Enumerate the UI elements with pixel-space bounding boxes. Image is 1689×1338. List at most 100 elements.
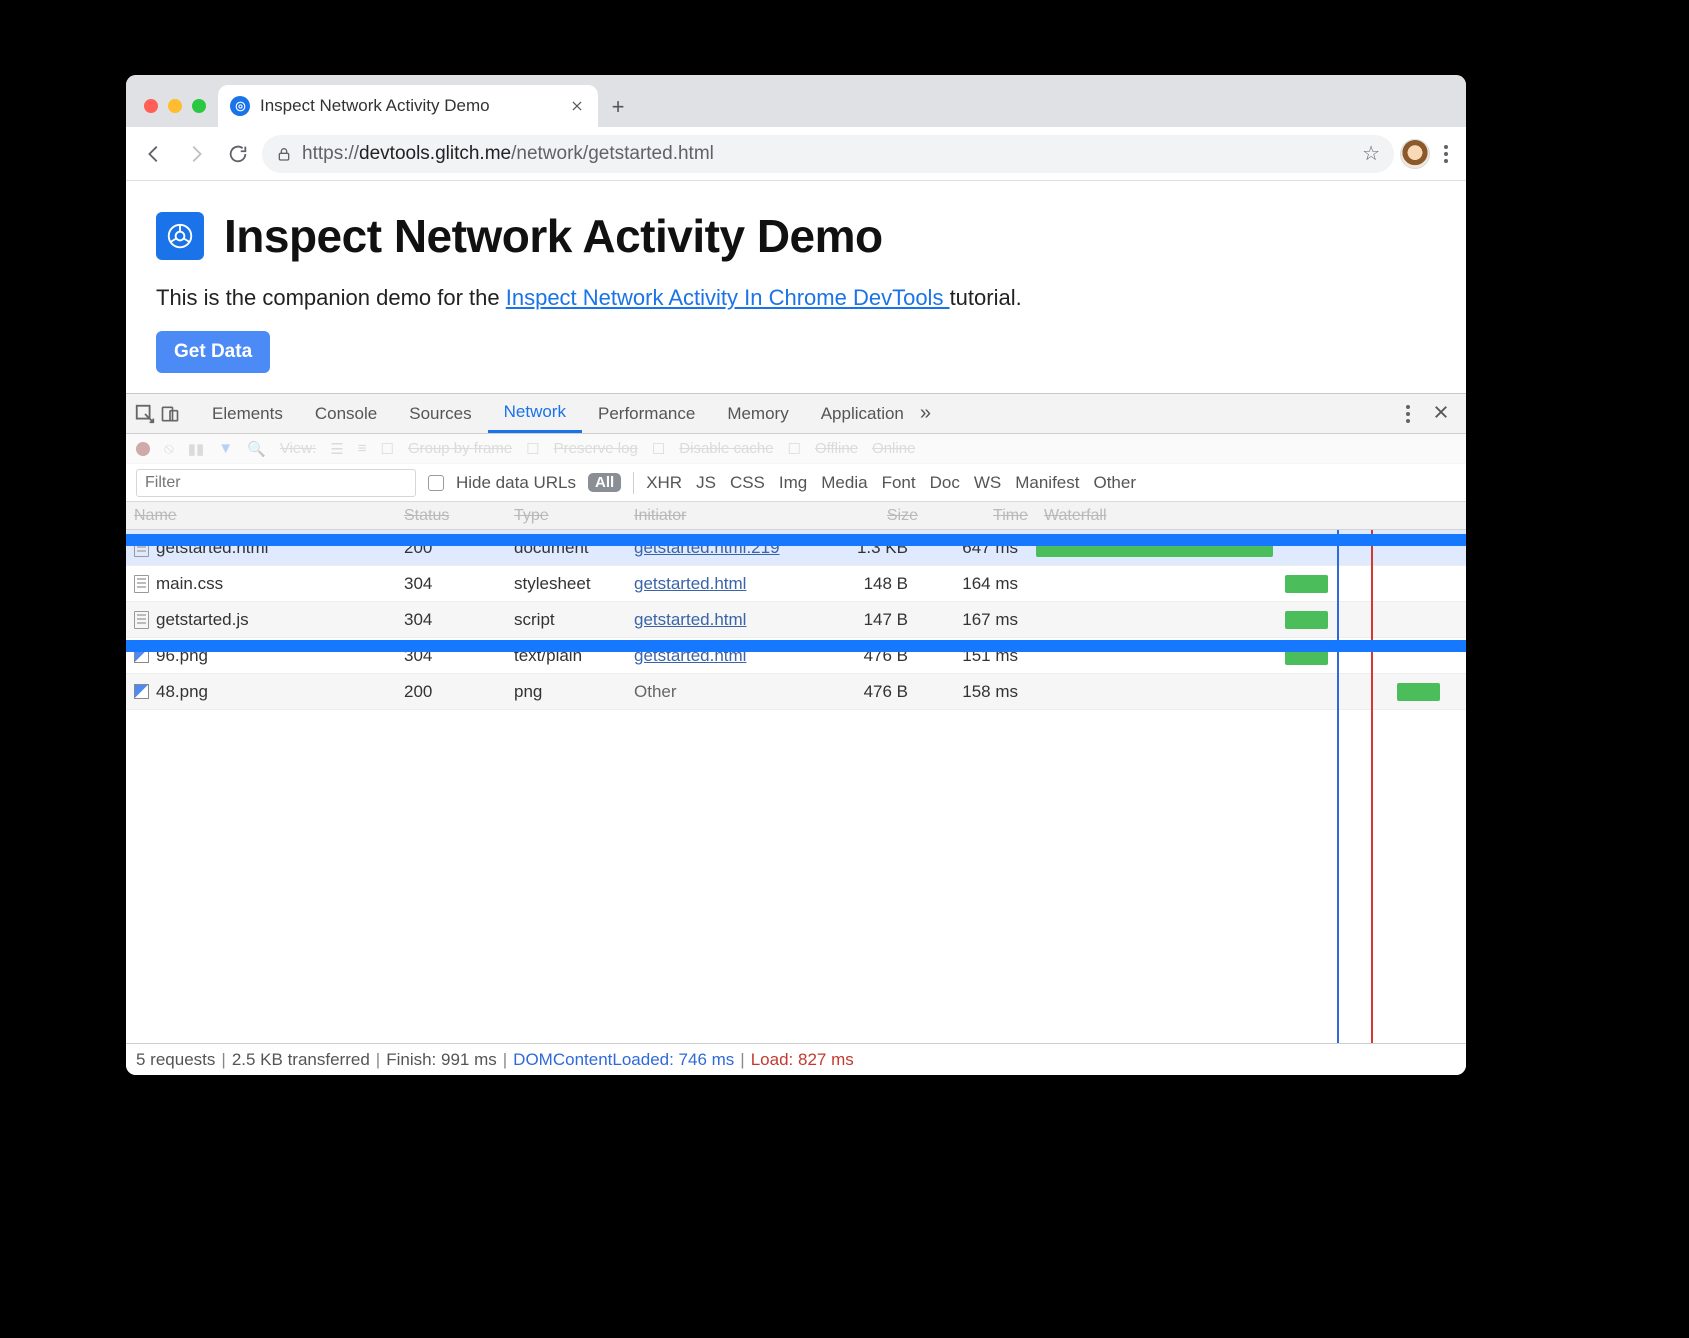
browser-window: Inspect Network Activity Demo + https://… (126, 75, 1466, 1075)
row-status: 304 (396, 574, 506, 594)
devtools-tab-network[interactable]: Network (488, 394, 582, 433)
filter-type-js[interactable]: JS (696, 473, 716, 493)
col-type[interactable]: Type (506, 507, 626, 525)
browser-menu-button[interactable] (1436, 136, 1456, 172)
new-tab-button[interactable]: + (598, 87, 638, 127)
devtools-menu-button[interactable] (1398, 405, 1418, 423)
devtools-close-icon[interactable] (1432, 401, 1450, 427)
more-tabs-icon[interactable]: » (920, 402, 931, 425)
col-size[interactable]: Size (816, 507, 926, 525)
col-initiator[interactable]: Initiator (626, 507, 816, 525)
page-content: Inspect Network Activity Demo This is th… (126, 181, 1466, 393)
filter-type-doc[interactable]: Doc (930, 473, 960, 493)
waterfall-view-icon[interactable]: ≡ (358, 440, 367, 457)
devtools-tab-performance[interactable]: Performance (582, 394, 711, 433)
row-size: 1.3 KB (816, 538, 926, 558)
filter-icon[interactable]: ▼ (218, 440, 233, 457)
filter-type-media[interactable]: Media (821, 473, 867, 493)
filter-type-xhr[interactable]: XHR (646, 473, 682, 493)
minimize-icon[interactable] (168, 99, 182, 113)
hide-data-urls-checkbox[interactable] (428, 475, 444, 491)
stop-icon[interactable]: ⦸ (164, 440, 174, 457)
inspect-element-icon[interactable] (134, 403, 156, 425)
devtools-tab-console[interactable]: Console (299, 394, 393, 433)
row-size: 148 B (816, 574, 926, 594)
search-icon[interactable]: 🔍 (247, 440, 266, 458)
filter-type-other[interactable]: Other (1093, 473, 1136, 493)
fullscreen-icon[interactable] (192, 99, 206, 113)
waterfall-bar (1285, 611, 1328, 629)
row-size: 476 B (816, 682, 926, 702)
bookmark-star-icon[interactable]: ☆ (1362, 141, 1380, 166)
url-text: https://devtools.glitch.me/network/getst… (302, 143, 714, 165)
row-size: 476 B (816, 646, 926, 666)
back-button[interactable] (136, 136, 172, 172)
tab-close-icon[interactable] (568, 97, 586, 115)
filter-type-ws[interactable]: WS (974, 473, 1001, 493)
address-bar[interactable]: https://devtools.glitch.me/network/getst… (262, 135, 1394, 173)
browser-tab[interactable]: Inspect Network Activity Demo (218, 85, 598, 127)
table-row[interactable]: 48.png200pngOther476 B158 ms (126, 674, 1466, 710)
waterfall-bar (1285, 575, 1328, 593)
table-row[interactable]: main.css304stylesheetgetstarted.html148 … (126, 566, 1466, 602)
domcontentloaded-marker (1337, 530, 1339, 1043)
devtools-tab-elements[interactable]: Elements (196, 394, 299, 433)
document-file-icon (134, 611, 149, 629)
filter-all-pill[interactable]: All (588, 473, 621, 492)
divider (633, 472, 634, 494)
image-file-icon (134, 684, 149, 699)
row-time: 167 ms (926, 610, 1036, 630)
close-icon[interactable] (144, 99, 158, 113)
record-icon[interactable] (136, 442, 150, 456)
row-name: getstarted.js (156, 610, 249, 630)
window-controls (136, 99, 218, 127)
filter-type-img[interactable]: Img (779, 473, 807, 493)
col-waterfall[interactable]: Waterfall (1036, 507, 1466, 525)
filter-input[interactable] (136, 469, 416, 497)
devtools-tabs: ElementsConsoleSourcesNetworkPerformance… (126, 394, 1466, 434)
row-status: 200 (396, 538, 506, 558)
devtools-tab-sources[interactable]: Sources (393, 394, 487, 433)
get-data-button[interactable]: Get Data (156, 331, 270, 373)
row-status: 200 (396, 682, 506, 702)
row-waterfall (1036, 602, 1466, 637)
online-label: Online (872, 440, 915, 457)
table-row[interactable]: getstarted.html200documentgetstarted.htm… (126, 530, 1466, 566)
devtools-tab-memory[interactable]: Memory (711, 394, 804, 433)
row-initiator[interactable]: getstarted.html (626, 574, 816, 594)
status-finish: Finish: 991 ms (386, 1050, 497, 1070)
row-name: main.css (156, 574, 223, 594)
row-waterfall (1036, 566, 1466, 601)
devtools-tab-application[interactable]: Application (805, 394, 920, 433)
tutorial-link[interactable]: Inspect Network Activity In Chrome DevTo… (506, 285, 950, 310)
waterfall-bar (1285, 647, 1328, 665)
reload-button[interactable] (220, 136, 256, 172)
row-waterfall (1036, 530, 1466, 565)
filter-type-font[interactable]: Font (882, 473, 916, 493)
table-row[interactable]: 96.png304text/plaingetstarted.html476 B1… (126, 638, 1466, 674)
row-name: 96.png (156, 646, 208, 666)
col-name[interactable]: Name (126, 507, 396, 525)
filter-type-css[interactable]: CSS (730, 473, 765, 493)
camera-icon[interactable]: ▮▮ (188, 440, 205, 458)
row-initiator[interactable]: getstarted.html:219 (626, 538, 816, 558)
row-name: 48.png (156, 682, 208, 702)
profile-avatar[interactable] (1400, 139, 1430, 169)
table-row[interactable]: getstarted.js304scriptgetstarted.html147… (126, 602, 1466, 638)
status-transferred: 2.5 KB transferred (232, 1050, 370, 1070)
row-time: 164 ms (926, 574, 1036, 594)
devtools-panel: ElementsConsoleSourcesNetworkPerformance… (126, 393, 1466, 1075)
device-toolbar-icon[interactable] (160, 404, 180, 424)
row-name: getstarted.html (156, 538, 268, 558)
forward-button[interactable] (178, 136, 214, 172)
col-status[interactable]: Status (396, 507, 506, 525)
large-rows-icon[interactable]: ☰ (330, 440, 343, 458)
row-initiator[interactable]: getstarted.html (626, 646, 816, 666)
row-size: 147 B (816, 610, 926, 630)
row-time: 647 ms (926, 538, 1036, 558)
col-time[interactable]: Time (926, 507, 1036, 525)
row-initiator[interactable]: getstarted.html (626, 610, 816, 630)
status-requests: 5 requests (136, 1050, 215, 1070)
filter-type-manifest[interactable]: Manifest (1015, 473, 1079, 493)
document-file-icon (134, 539, 149, 557)
